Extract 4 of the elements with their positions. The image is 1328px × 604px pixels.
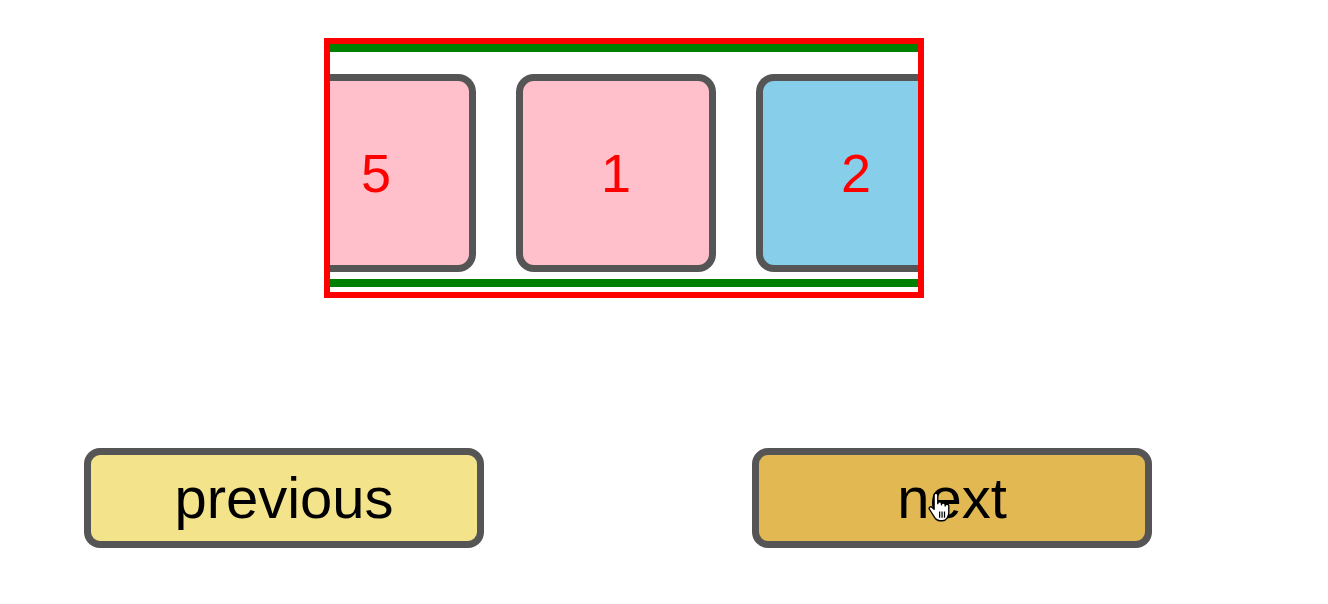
nav-button[interactable]: previous: [84, 448, 484, 548]
card-number: 1: [600, 146, 631, 200]
card-number: 2: [840, 146, 871, 200]
card-number: 5: [360, 146, 391, 200]
